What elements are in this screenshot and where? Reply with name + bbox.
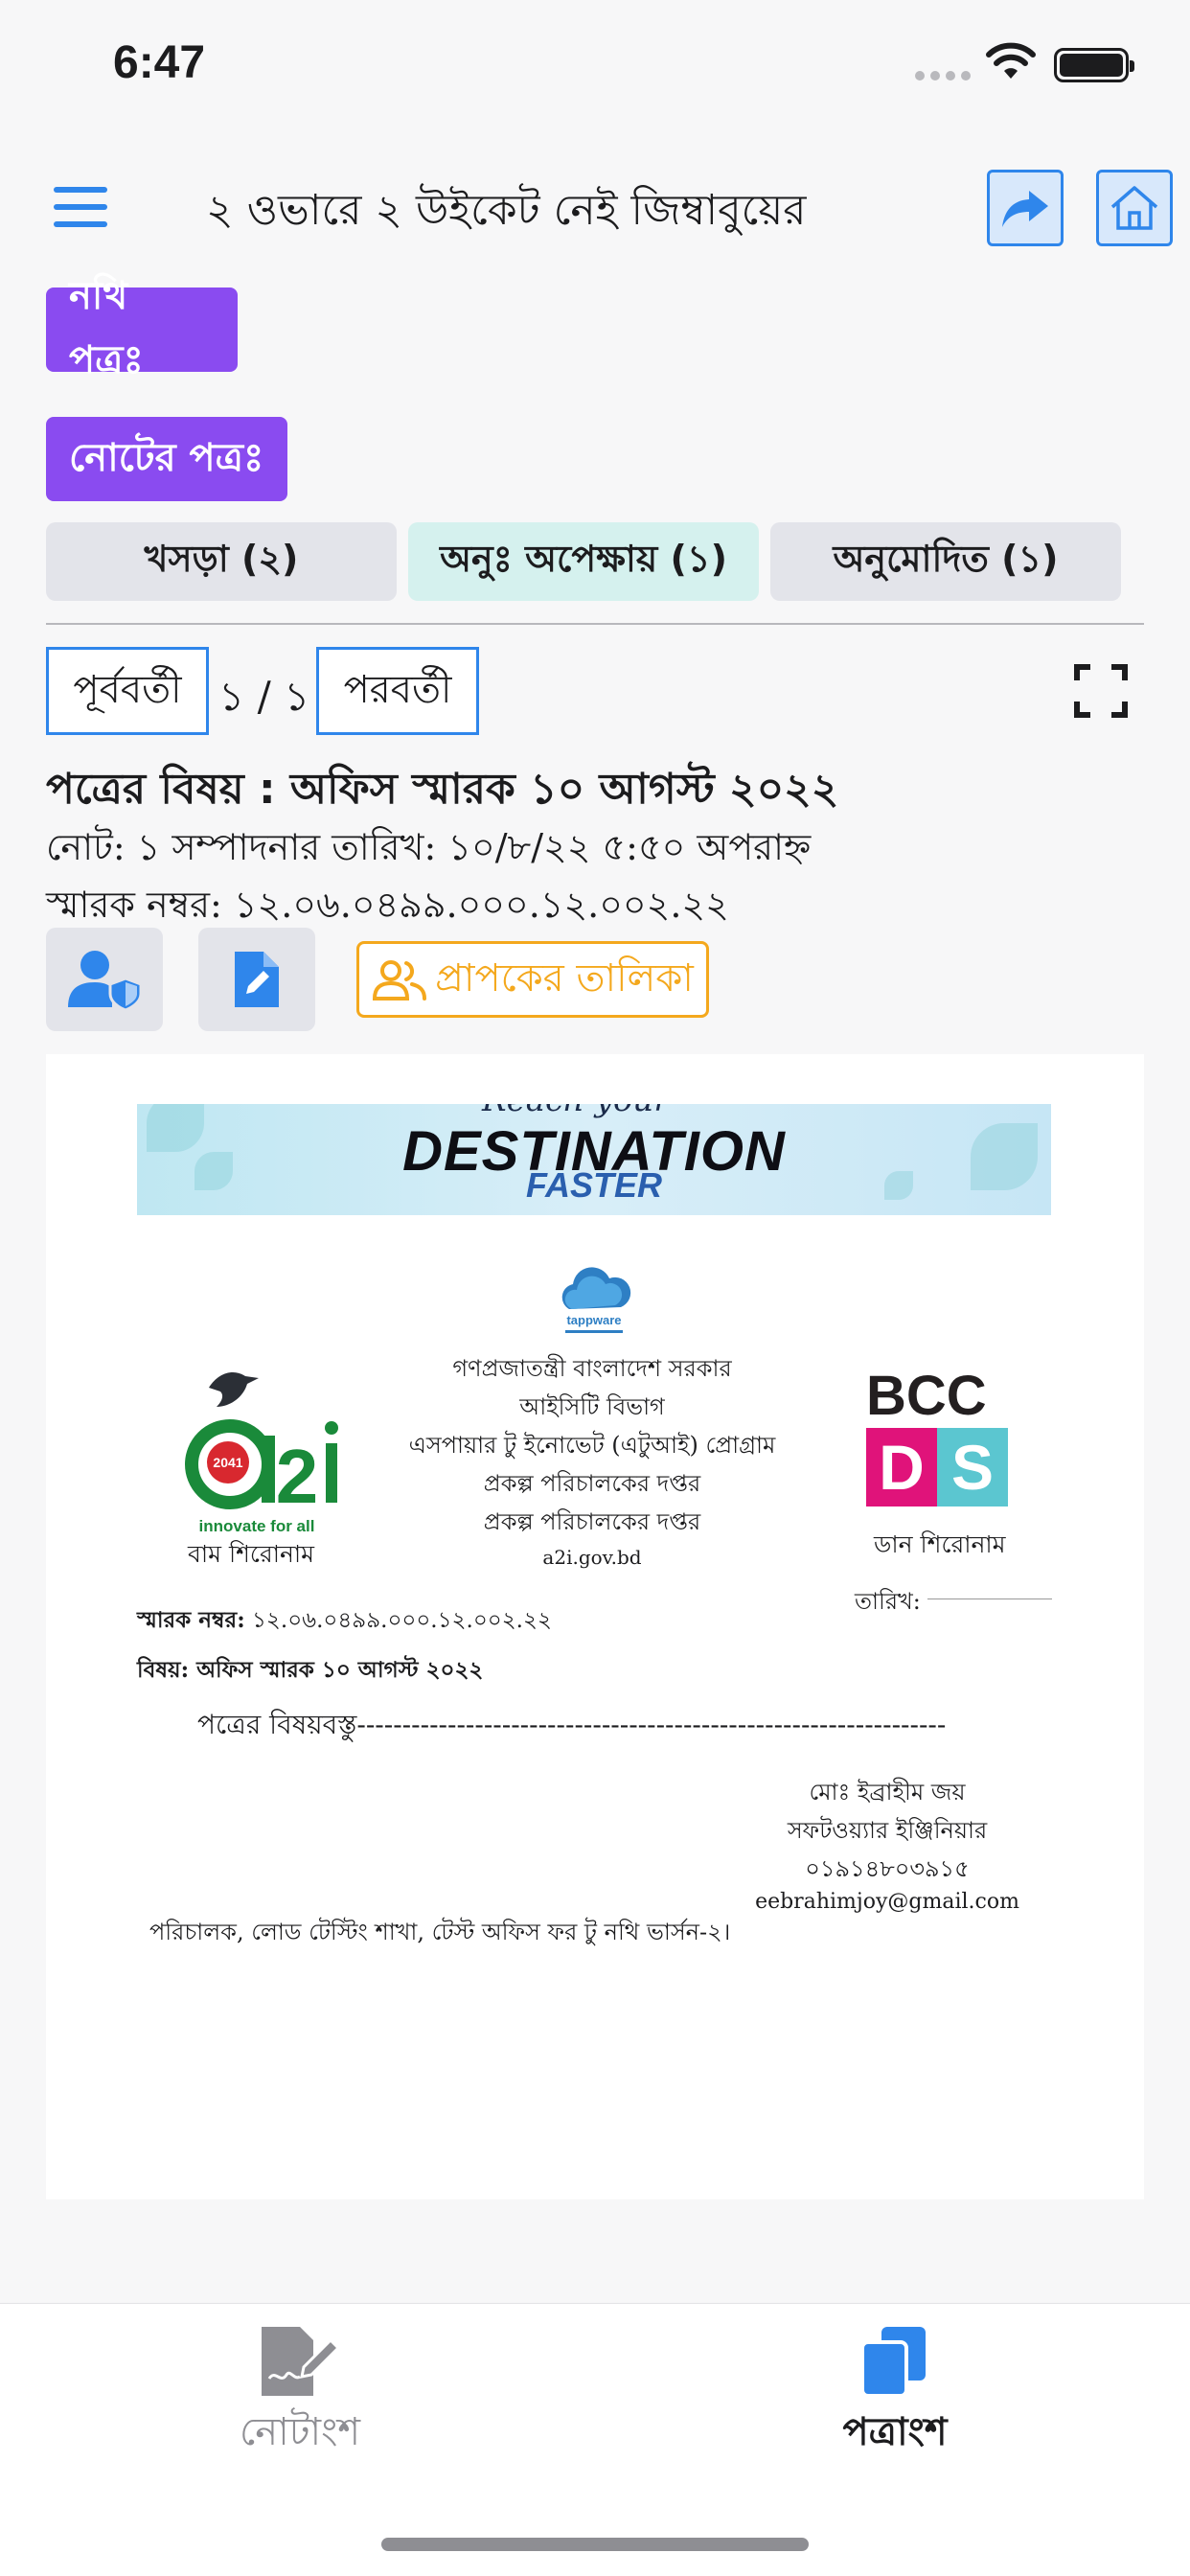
- fullscreen-icon[interactable]: [1073, 663, 1129, 719]
- subject-label: বিষয়:: [137, 1657, 190, 1683]
- office-heading: গণপ্রজাতন্ত্রী বাংলাদেশ সরকার আইসিটি বিভ…: [333, 1349, 851, 1574]
- tab-approved[interactable]: অনুমোদিত (১): [770, 522, 1121, 601]
- page-title: ২ ওভারে ২ উইকেট নেই জিম্বাবুয়ের: [206, 186, 807, 235]
- page-counter: ১ / ১: [218, 673, 310, 720]
- note-patra-tag: নোটের পত্রঃ: [46, 417, 287, 501]
- letter-subject: পত্রের বিষয় : অফিস স্মারক ১০ আগস্ট ২০২২: [46, 765, 839, 814]
- bottom-tab-bar: নোটাংশ পত্রাংশ: [0, 2303, 1190, 2576]
- divider: [46, 623, 1144, 625]
- bcc-text: BCC: [866, 1368, 987, 1427]
- document-preview: Reach your DESTINATION FASTER tappware গ…: [46, 1054, 1144, 2199]
- heading-line: গণপ্রজাতন্ত্রী বাংলাদেশ সরকার: [452, 1355, 732, 1382]
- status-bar: 6:47: [0, 0, 1190, 129]
- bcc-s-text: S: [951, 1432, 994, 1503]
- tab-patrangsho[interactable]: পত্রাংশ: [770, 2325, 1019, 2469]
- heading-line: এসপায়ার টু ইনোভেট (এটুআই) প্রোগ্রাম: [408, 1432, 776, 1459]
- signatory-email: eebrahimjoy@gmail.com: [755, 1890, 1019, 1914]
- bcc-d-text: D: [879, 1432, 925, 1503]
- note-edit-icon: [262, 2327, 340, 2396]
- recipient-list-label: প্রাপকের তালিকা: [435, 955, 694, 1000]
- banner-sub-text: FASTER: [525, 1165, 662, 1205]
- tappware-logo: tappware: [561, 1267, 631, 1333]
- banner-top-text: Reach your: [482, 1104, 670, 1119]
- bcc-ds-logo: BCC D S: [866, 1368, 1008, 1506]
- status-tabs: খসড়া (২) অনুঃ অপেক্ষায় (১) অনুমোদিত (১…: [46, 522, 1121, 601]
- user-shield-icon: [68, 951, 143, 1011]
- previous-button[interactable]: পূর্ববর্তী: [46, 647, 209, 735]
- document-memo-number: স্মারক নম্বর: ১২.০৬.০৪৯৯.০০০.১২.০০২.২২: [137, 1602, 552, 1640]
- destination-banner: Reach your DESTINATION FASTER: [137, 1104, 1051, 1215]
- heading-line: প্রকল্প পরিচালকের দপ্তর: [483, 1508, 701, 1535]
- left-caption: বাম শিরোনাম: [188, 1540, 315, 1568]
- share-button[interactable]: [987, 170, 1064, 246]
- note-edit-date: নোট: ১ সম্পাদনার তারিখ: ১০/৮/২২ ৫:৫০ অপর…: [46, 826, 812, 868]
- cellular-signal-icon: [915, 71, 971, 80]
- subject-value: অফিস স্মারক ১০ আগস্ট ২০২২: [189, 1657, 484, 1683]
- a2i-tagline: innovate for all: [199, 1517, 315, 1535]
- user-permission-button[interactable]: [46, 928, 163, 1031]
- tab-notangsho-label: নোটাংশ: [240, 2410, 360, 2454]
- edit-document-button[interactable]: [198, 928, 315, 1031]
- svg-text:2: 2: [276, 1434, 319, 1519]
- copy-documents-icon: [860, 2327, 926, 2398]
- edit-document-icon: [235, 952, 279, 1007]
- a2i-logo: 2041 2 innovate for all: [185, 1372, 338, 1535]
- recipient-line: পরিচালক, লোড টেস্টিং শাখা, টেস্ট অফিস ফর…: [149, 1919, 731, 1945]
- signature-block: মোঃ ইব্রাহীম জয় সফটওয়্যার ইঞ্জিনিয়ার …: [755, 1773, 1019, 1917]
- header: ২ ওভারে ২ উইকেট নেই জিম্বাবুয়ের: [0, 163, 1190, 249]
- home-indicator: [381, 2538, 809, 2551]
- memo-label: স্মারক নম্বর:: [137, 1607, 245, 1633]
- tab-notangsho[interactable]: নোটাংশ: [175, 2325, 424, 2469]
- recipient-list-button[interactable]: প্রাপকের তালিকা: [356, 941, 709, 1018]
- tab-draft[interactable]: খসড়া (২): [46, 522, 397, 601]
- memo-value: ১২.০৬.০৪৯৯.০০০.১২.০০২.২২: [252, 1608, 552, 1633]
- heading-line: প্রকল্প পরিচালকের দপ্তর: [483, 1470, 701, 1497]
- wifi-icon: [986, 42, 1036, 79]
- users-icon: [373, 960, 427, 1000]
- share-arrow-icon: [1002, 191, 1048, 227]
- document-body: পত্রের বিষয়বস্তু-----------------------…: [197, 1709, 947, 1740]
- signatory-phone: ০১৯১৪৮০৩৯১৫: [805, 1855, 970, 1882]
- heading-line: আইসিটি বিভাগ: [519, 1393, 665, 1420]
- date-blank-line: [927, 1598, 1052, 1599]
- nothi-patra-tag: নথি পত্রঃ: [46, 274, 238, 382]
- battery-icon: [1054, 48, 1134, 82]
- right-caption: ডান শিরোনাম: [874, 1530, 1006, 1558]
- hamburger-menu-icon[interactable]: [54, 187, 107, 227]
- tappware-text: tappware: [566, 1313, 621, 1327]
- home-icon: [1110, 186, 1158, 230]
- a2i-year: 2041: [213, 1455, 242, 1470]
- next-button[interactable]: পরবর্তী: [316, 647, 479, 735]
- signatory-name: মোঃ ইব্রাহীম জয়: [809, 1779, 966, 1806]
- tab-patrangsho-label: পত্রাংশ: [842, 2410, 948, 2454]
- date-label: তারিখ:: [855, 1588, 921, 1615]
- status-time: 6:47: [113, 37, 206, 88]
- document-subject: বিষয়: অফিস স্মারক ১০ আগস্ট ২০২২: [137, 1652, 483, 1690]
- tab-pending-approval[interactable]: অনুঃ অপেক্ষায় (১): [408, 522, 759, 601]
- home-button[interactable]: [1096, 170, 1173, 246]
- website-url: a2i.gov.bd: [542, 1546, 642, 1569]
- signatory-designation: সফটওয়্যার ইঞ্জিনিয়ার: [787, 1817, 988, 1844]
